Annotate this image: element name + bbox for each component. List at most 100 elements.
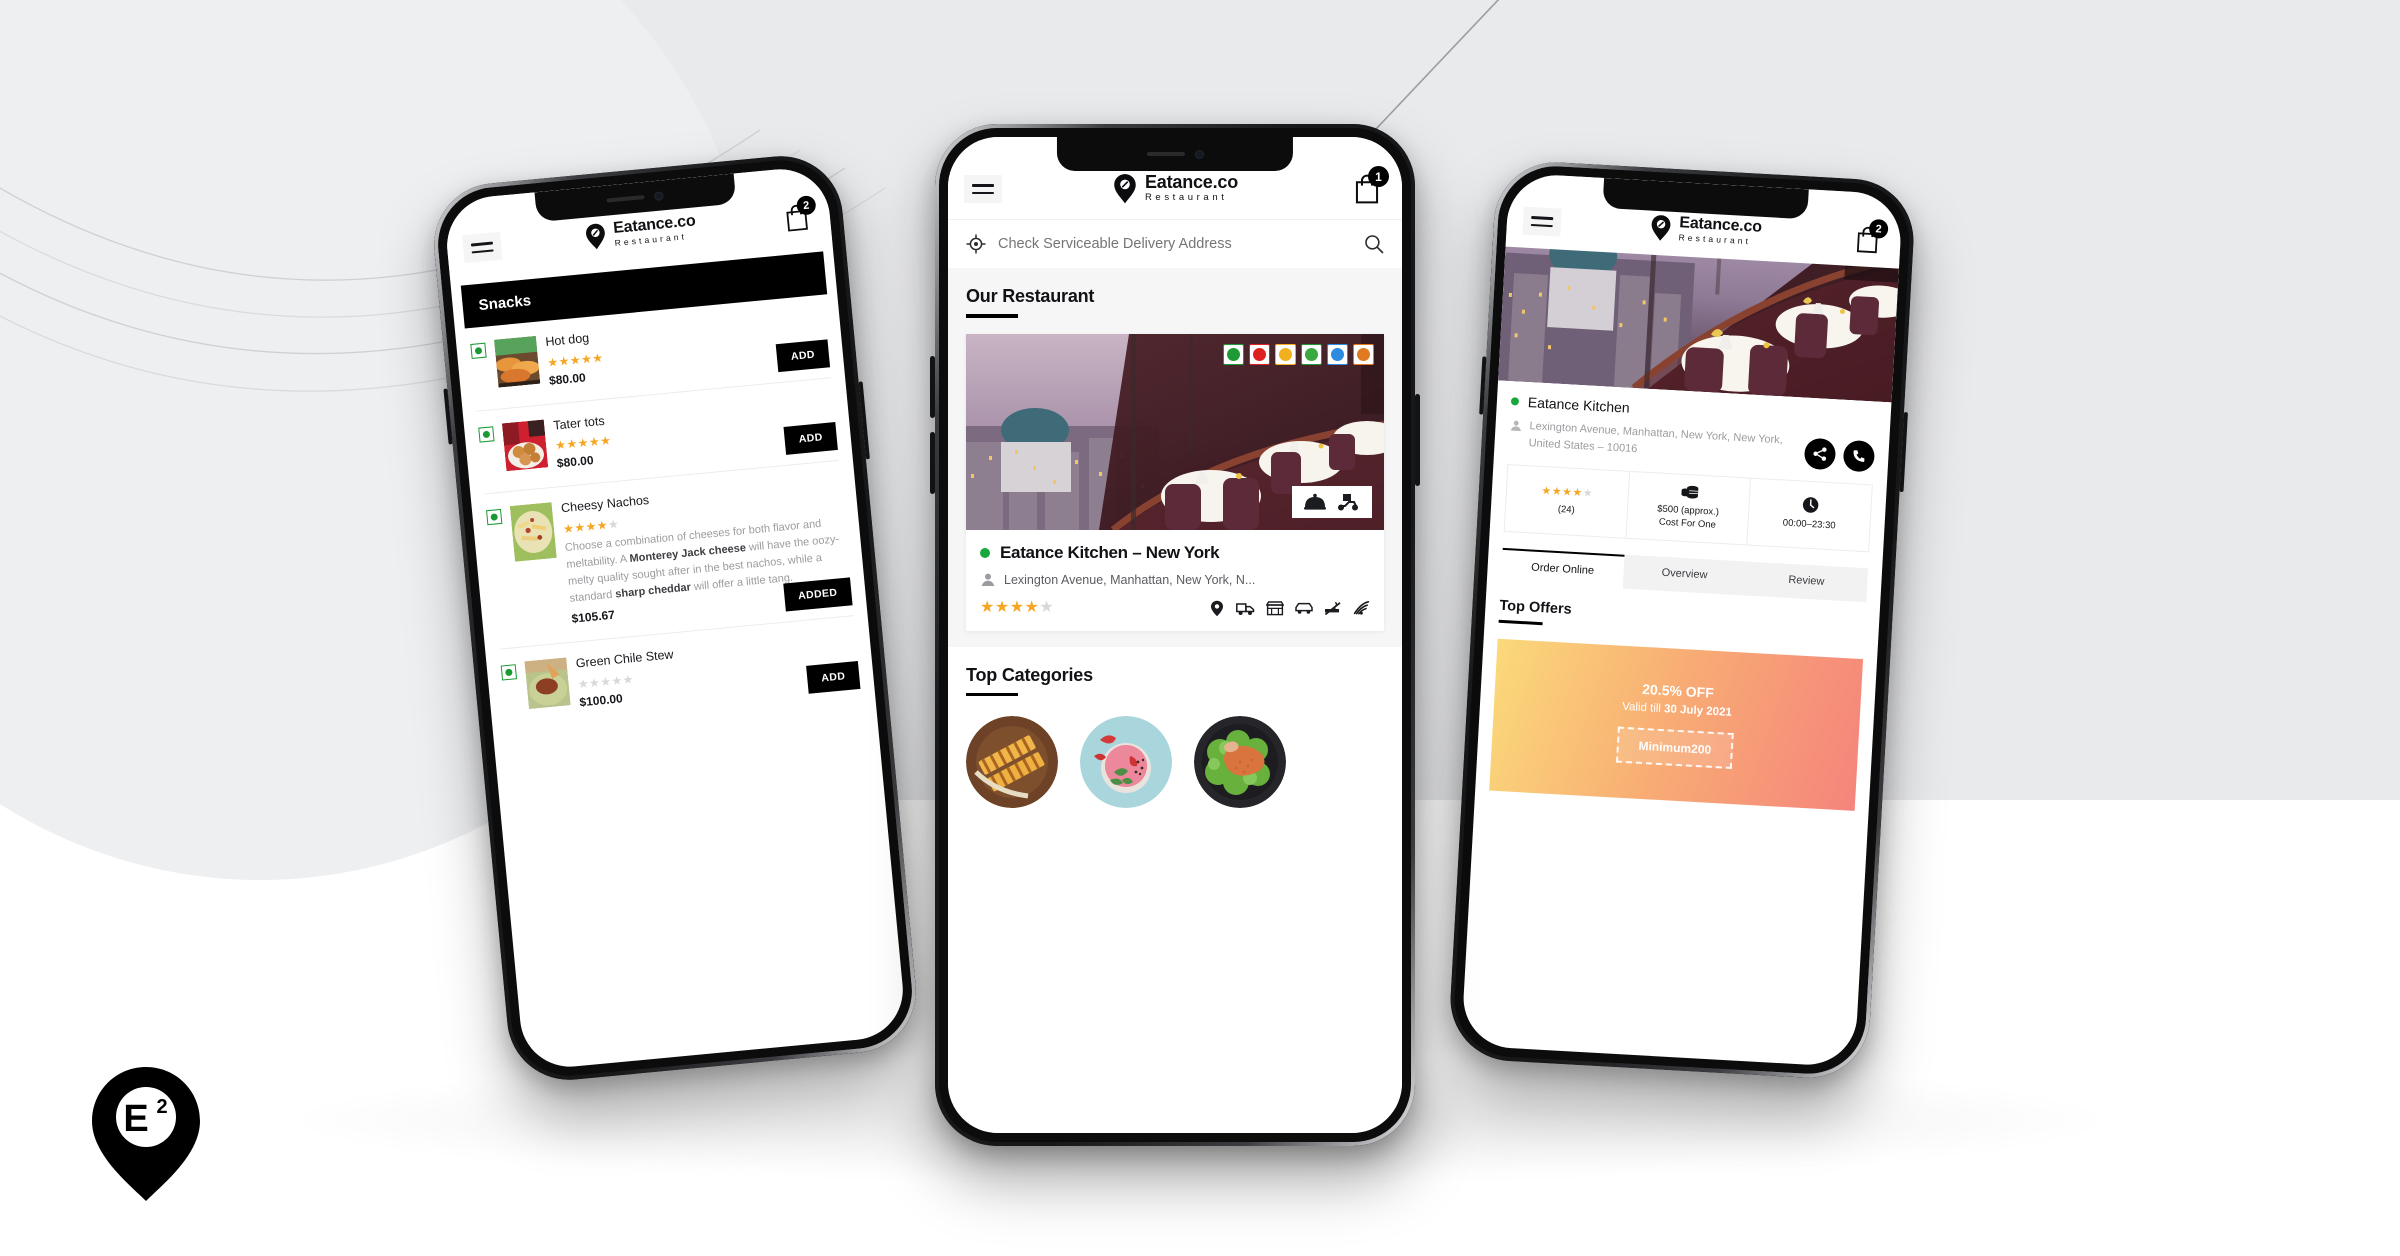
hamburger-icon-bar <box>470 241 493 247</box>
earpiece-speaker-icon <box>606 194 645 203</box>
added-to-cart-button[interactable]: ADDED <box>782 577 853 612</box>
categories-title-underline <box>966 692 1018 696</box>
app-logo[interactable]: Eatance.co Restaurant <box>584 212 698 252</box>
cart-button[interactable]: 2 <box>1850 218 1889 258</box>
offers-title: Top Offers <box>1499 597 1573 618</box>
share-button[interactable] <box>1803 437 1837 471</box>
rating-stars: ★★★★★ <box>1541 485 1594 501</box>
category-item-sandwich[interactable] <box>966 716 1058 808</box>
service-type-badge <box>1292 485 1372 518</box>
hamburger-icon-bar <box>471 248 494 254</box>
restaurant-info: Eatance Kitchen – New York Lexington Ave… <box>966 530 1384 631</box>
category-list[interactable] <box>966 716 1384 808</box>
logo-pin-icon <box>1114 174 1136 204</box>
logo-pin-icon <box>1651 215 1671 241</box>
logo-pin-icon <box>586 223 606 250</box>
restaurant-stats-row: ★★★★★ (24) $500 (approx.) Cost For One 0… <box>1503 464 1873 552</box>
menu-button[interactable] <box>964 175 1002 203</box>
veg-indicator-icon <box>500 664 518 681</box>
left-phone-screen: Eatance.co Restaurant 2 Snacks Hot dog ★… <box>442 164 908 1072</box>
hours-stat: 00:00–23:30 <box>1746 478 1872 551</box>
cart-button[interactable]: 1 <box>1348 166 1389 208</box>
phone-notch <box>1056 137 1294 171</box>
menu-button[interactable] <box>1522 206 1562 237</box>
halal-badge-icon <box>1353 343 1374 365</box>
veg-indicator-icon <box>478 425 495 443</box>
menu-button[interactable] <box>462 231 503 264</box>
call-button[interactable] <box>1842 439 1876 473</box>
coins-icon <box>1680 485 1698 499</box>
desc-part: will offer a little tang. <box>690 571 794 594</box>
restaurant-card[interactable]: Eatance Kitchen – New York Lexington Ave… <box>966 333 1384 631</box>
section-title: Our Restaurant <box>966 286 1095 306</box>
offer-validity: Valid till 30 July 2021 <box>1621 700 1733 720</box>
restaurant-address: Lexington Avenue, Manhattan, New York, N… <box>1528 420 1784 455</box>
earpiece-speaker-icon <box>1146 152 1185 156</box>
rating-stat: ★★★★★ (24) <box>1505 465 1629 537</box>
category-item-salad[interactable] <box>1194 716 1286 808</box>
egg-badge-icon <box>1275 343 1296 365</box>
restaurant-photo[interactable] <box>966 333 1384 530</box>
cart-button[interactable]: 2 <box>778 194 817 236</box>
restaurant-address: Lexington Avenue, Manhattan, New York, N… <box>1004 572 1256 587</box>
add-to-cart-button[interactable]: ADD <box>783 422 838 456</box>
phone-power-button[interactable] <box>1415 394 1420 486</box>
offer-coupon-code[interactable]: Minimum200 <box>1615 726 1735 770</box>
rating-count: (24) <box>1557 504 1576 517</box>
address-search-input[interactable] <box>998 236 1352 252</box>
phone-icon <box>1853 450 1865 462</box>
storefront-icon <box>1266 600 1284 615</box>
crosshair-icon[interactable] <box>966 234 986 254</box>
section-title-underline <box>966 314 1018 318</box>
category-item-smoothie[interactable] <box>1080 716 1172 808</box>
search-icon[interactable] <box>1364 234 1384 254</box>
logo-name: Eatance.co <box>1144 171 1239 192</box>
app-logo[interactable]: Eatance.co Restaurant <box>1112 173 1238 205</box>
menu-item-list[interactable]: Hot dog ★★★★★ $80.00 ADD Tater tots ★★★★… <box>455 293 907 1071</box>
front-camera-icon <box>1194 149 1204 159</box>
item-thumbnail <box>509 502 557 563</box>
open-status-dot <box>980 547 990 558</box>
address-marker-icon <box>1510 420 1521 432</box>
address-marker-icon <box>981 573 995 586</box>
front-camera-icon <box>654 190 665 201</box>
vegan-badge-icon <box>1301 343 1322 365</box>
hamburger-icon-bar <box>1531 215 1554 220</box>
scooter-icon <box>1338 493 1358 510</box>
delivery-address-bar[interactable] <box>948 219 1402 268</box>
right-phone-screen: Eatance.co Restaurant 2 Eatance Kitchen <box>1460 172 1904 1068</box>
delivery-truck-icon <box>1236 602 1255 615</box>
phone-left-menu-screen: Eatance.co Restaurant 2 Snacks Hot dog ★… <box>428 150 922 1086</box>
cost-stat: $500 (approx.) Cost For One <box>1625 471 1751 545</box>
hamburger-icon-bar <box>972 184 994 187</box>
gluten-free-badge-icon <box>1327 343 1348 365</box>
cart-count-badge: 1 <box>1367 166 1389 187</box>
item-thumbnail <box>501 419 549 471</box>
location-pin-icon <box>1211 600 1223 616</box>
svg-text:E: E <box>123 1098 148 1140</box>
categories-title: Top Categories <box>966 664 1093 685</box>
app-logo[interactable]: Eatance.co Restaurant <box>1649 213 1762 248</box>
add-to-cart-button[interactable]: ADD <box>806 660 861 694</box>
veg-indicator-icon <box>470 342 487 359</box>
share-icon <box>1813 447 1827 461</box>
phone-center-home-screen: Eatance.co Restaurant 1 Check Serviceabl… <box>930 124 1420 1146</box>
restaurant-name: Eatance Kitchen <box>1527 394 1631 416</box>
offer-card[interactable]: 20.5% OFF Valid till 30 July 2021 Minimu… <box>1489 638 1864 811</box>
cloche-icon <box>1304 493 1326 510</box>
veg-badge-icon <box>1223 343 1244 365</box>
add-to-cart-button[interactable]: ADD <box>775 339 831 372</box>
veg-indicator-icon <box>486 509 503 526</box>
cost-label: $500 (approx.) Cost For One <box>1656 503 1720 531</box>
cart-count-badge: 2 <box>1868 218 1889 239</box>
phone-volume-down-button[interactable] <box>930 432 935 494</box>
phone-right-restaurant-detail-screen: Eatance.co Restaurant 2 Eatance Kitchen <box>1447 158 1917 1082</box>
amenities-row <box>1209 600 1370 617</box>
logo-subtitle: Restaurant <box>1144 191 1228 203</box>
diet-badge-group <box>1223 343 1374 365</box>
restaurant-action-buttons <box>1803 437 1876 473</box>
item-thumbnail <box>494 335 541 388</box>
nonveg-badge-icon <box>1249 343 1270 365</box>
offer-percent: 20.5% OFF <box>1641 681 1715 701</box>
phone-volume-up-button[interactable] <box>930 356 935 418</box>
